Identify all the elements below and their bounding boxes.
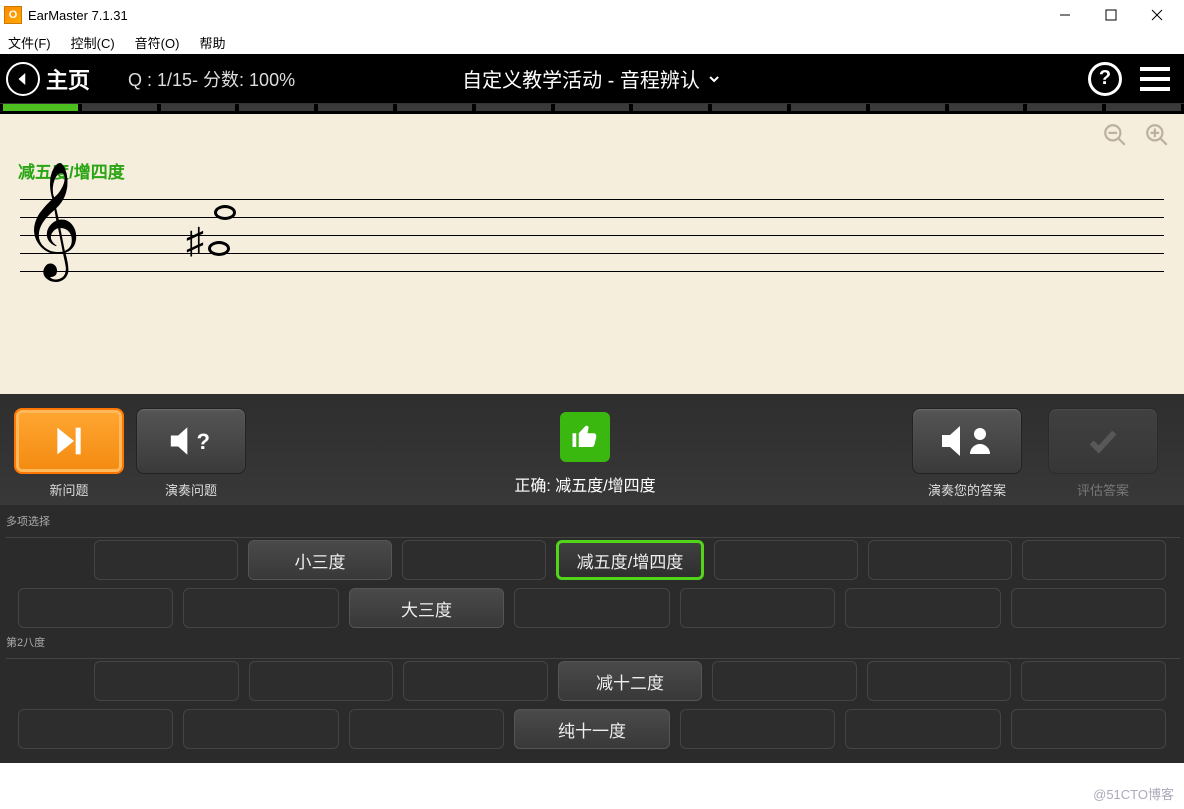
answer-blank xyxy=(680,709,835,749)
answer-blank xyxy=(18,588,173,628)
answer-blank xyxy=(402,540,546,580)
answers-area: 多项选择 小三度 减五度/增四度 大三度 第2八度 减十二度 纯十一度 xyxy=(0,505,1184,763)
staff-answer-label: 减五度/增四度 xyxy=(18,158,1184,183)
sharp-symbol: ♯ xyxy=(186,220,204,262)
answer-blank xyxy=(183,709,338,749)
answer-blank xyxy=(714,540,858,580)
menu-help[interactable]: 帮助 xyxy=(195,31,229,54)
treble-clef-icon: 𝄞 xyxy=(22,170,81,270)
help-button[interactable]: ? xyxy=(1088,62,1122,96)
answer-blank xyxy=(1011,588,1166,628)
answer-blank xyxy=(514,588,669,628)
control-panel: 新问题 ? 演奏问题 正确: 减五度/增四度 演奏您的答案 评估答案 xyxy=(0,394,1184,505)
feedback-area: 正确: 减五度/增四度 xyxy=(258,408,912,496)
play-question-label: 演奏问题 xyxy=(165,480,217,499)
zoom-out-icon[interactable] xyxy=(1102,122,1128,148)
progress-segment xyxy=(712,104,787,111)
minimize-button[interactable] xyxy=(1042,1,1088,29)
zoom-in-icon[interactable] xyxy=(1144,122,1170,148)
answer-row-2: 大三度 xyxy=(4,584,1180,632)
answer-blank xyxy=(18,709,173,749)
section-octave2: 第2八度 xyxy=(6,642,1180,659)
appbar: 主页 Q : 1/15- 分数: 100% 自定义教学活动 - 音程辨认 ? xyxy=(0,54,1184,104)
answer-blank xyxy=(94,661,239,701)
progress-bar xyxy=(0,104,1184,114)
answer-大三度[interactable]: 大三度 xyxy=(349,588,504,628)
answer-blank xyxy=(94,540,238,580)
answer-blank xyxy=(403,661,548,701)
progress-segment xyxy=(633,104,708,111)
new-question-button[interactable] xyxy=(14,408,124,474)
app-icon: O xyxy=(4,6,22,24)
answer-blank xyxy=(680,588,835,628)
menu-file[interactable]: 文件(F) xyxy=(4,31,55,54)
answer-blank xyxy=(845,709,1000,749)
answer-blank xyxy=(868,540,1012,580)
svg-text:?: ? xyxy=(197,429,210,454)
progress-segment xyxy=(870,104,945,111)
progress-segment xyxy=(3,104,78,111)
evaluate-button xyxy=(1048,408,1158,474)
play-your-answer-button[interactable] xyxy=(912,408,1022,474)
progress-segment xyxy=(476,104,551,111)
answer-blank xyxy=(183,588,338,628)
answer-减十二度[interactable]: 减十二度 xyxy=(558,661,703,701)
answer-blank xyxy=(867,661,1012,701)
play-question-button[interactable]: ? xyxy=(136,408,246,474)
menu-control[interactable]: 控制(C) xyxy=(67,31,119,54)
answer-row-1: 小三度 减五度/增四度 xyxy=(4,536,1180,584)
answer-减五度/增四度[interactable]: 减五度/增四度 xyxy=(556,540,704,580)
progress-segment xyxy=(161,104,236,111)
menu-note[interactable]: 音符(O) xyxy=(131,31,184,54)
answer-纯十一度[interactable]: 纯十一度 xyxy=(514,709,669,749)
play-your-answer-label: 演奏您的答案 xyxy=(928,480,1006,499)
feedback-text: 正确: 减五度/增四度 xyxy=(514,472,655,496)
answer-blank xyxy=(249,661,394,701)
progress-segment xyxy=(1027,104,1102,111)
watermark: @51CTO博客 xyxy=(1093,784,1174,803)
section-multichoice: 多项选择 xyxy=(6,521,1180,538)
answer-blank xyxy=(1011,709,1166,749)
staff-area: 减五度/增四度 𝄞 ♯ xyxy=(0,114,1184,394)
progress-segment xyxy=(791,104,866,111)
music-staff: 𝄞 ♯ xyxy=(0,189,1184,299)
titlebar: O EarMaster 7.1.31 xyxy=(0,0,1184,30)
progress-segment xyxy=(318,104,393,111)
activity-title[interactable]: 自定义教学活动 - 音程辨认 xyxy=(462,64,722,93)
progress-segment xyxy=(1106,104,1181,111)
window-controls xyxy=(1042,1,1180,29)
answer-blank xyxy=(1021,661,1166,701)
thumbs-up-icon xyxy=(560,412,610,462)
progress-segment xyxy=(555,104,630,111)
answer-blank xyxy=(1022,540,1166,580)
answer-row-4: 纯十一度 xyxy=(4,705,1180,753)
menubar: 文件(F) 控制(C) 音符(O) 帮助 xyxy=(0,30,1184,54)
maximize-button[interactable] xyxy=(1088,1,1134,29)
answer-小三度[interactable]: 小三度 xyxy=(248,540,392,580)
menu-button[interactable] xyxy=(1136,63,1174,95)
home-label[interactable]: 主页 xyxy=(46,63,90,95)
answer-blank xyxy=(845,588,1000,628)
progress-segment xyxy=(949,104,1024,111)
score-text: Q : 1/15- 分数: 100% xyxy=(128,66,295,92)
window-title: EarMaster 7.1.31 xyxy=(28,8,128,23)
answer-blank xyxy=(712,661,857,701)
answer-row-3: 减十二度 xyxy=(4,657,1180,705)
chevron-down-icon xyxy=(706,71,722,87)
answer-blank xyxy=(349,709,504,749)
new-question-label: 新问题 xyxy=(49,480,88,499)
close-button[interactable] xyxy=(1134,1,1180,29)
progress-segment xyxy=(82,104,157,111)
progress-segment xyxy=(239,104,314,111)
progress-segment xyxy=(397,104,472,111)
evaluate-label: 评估答案 xyxy=(1077,480,1129,499)
back-button[interactable] xyxy=(6,62,40,96)
